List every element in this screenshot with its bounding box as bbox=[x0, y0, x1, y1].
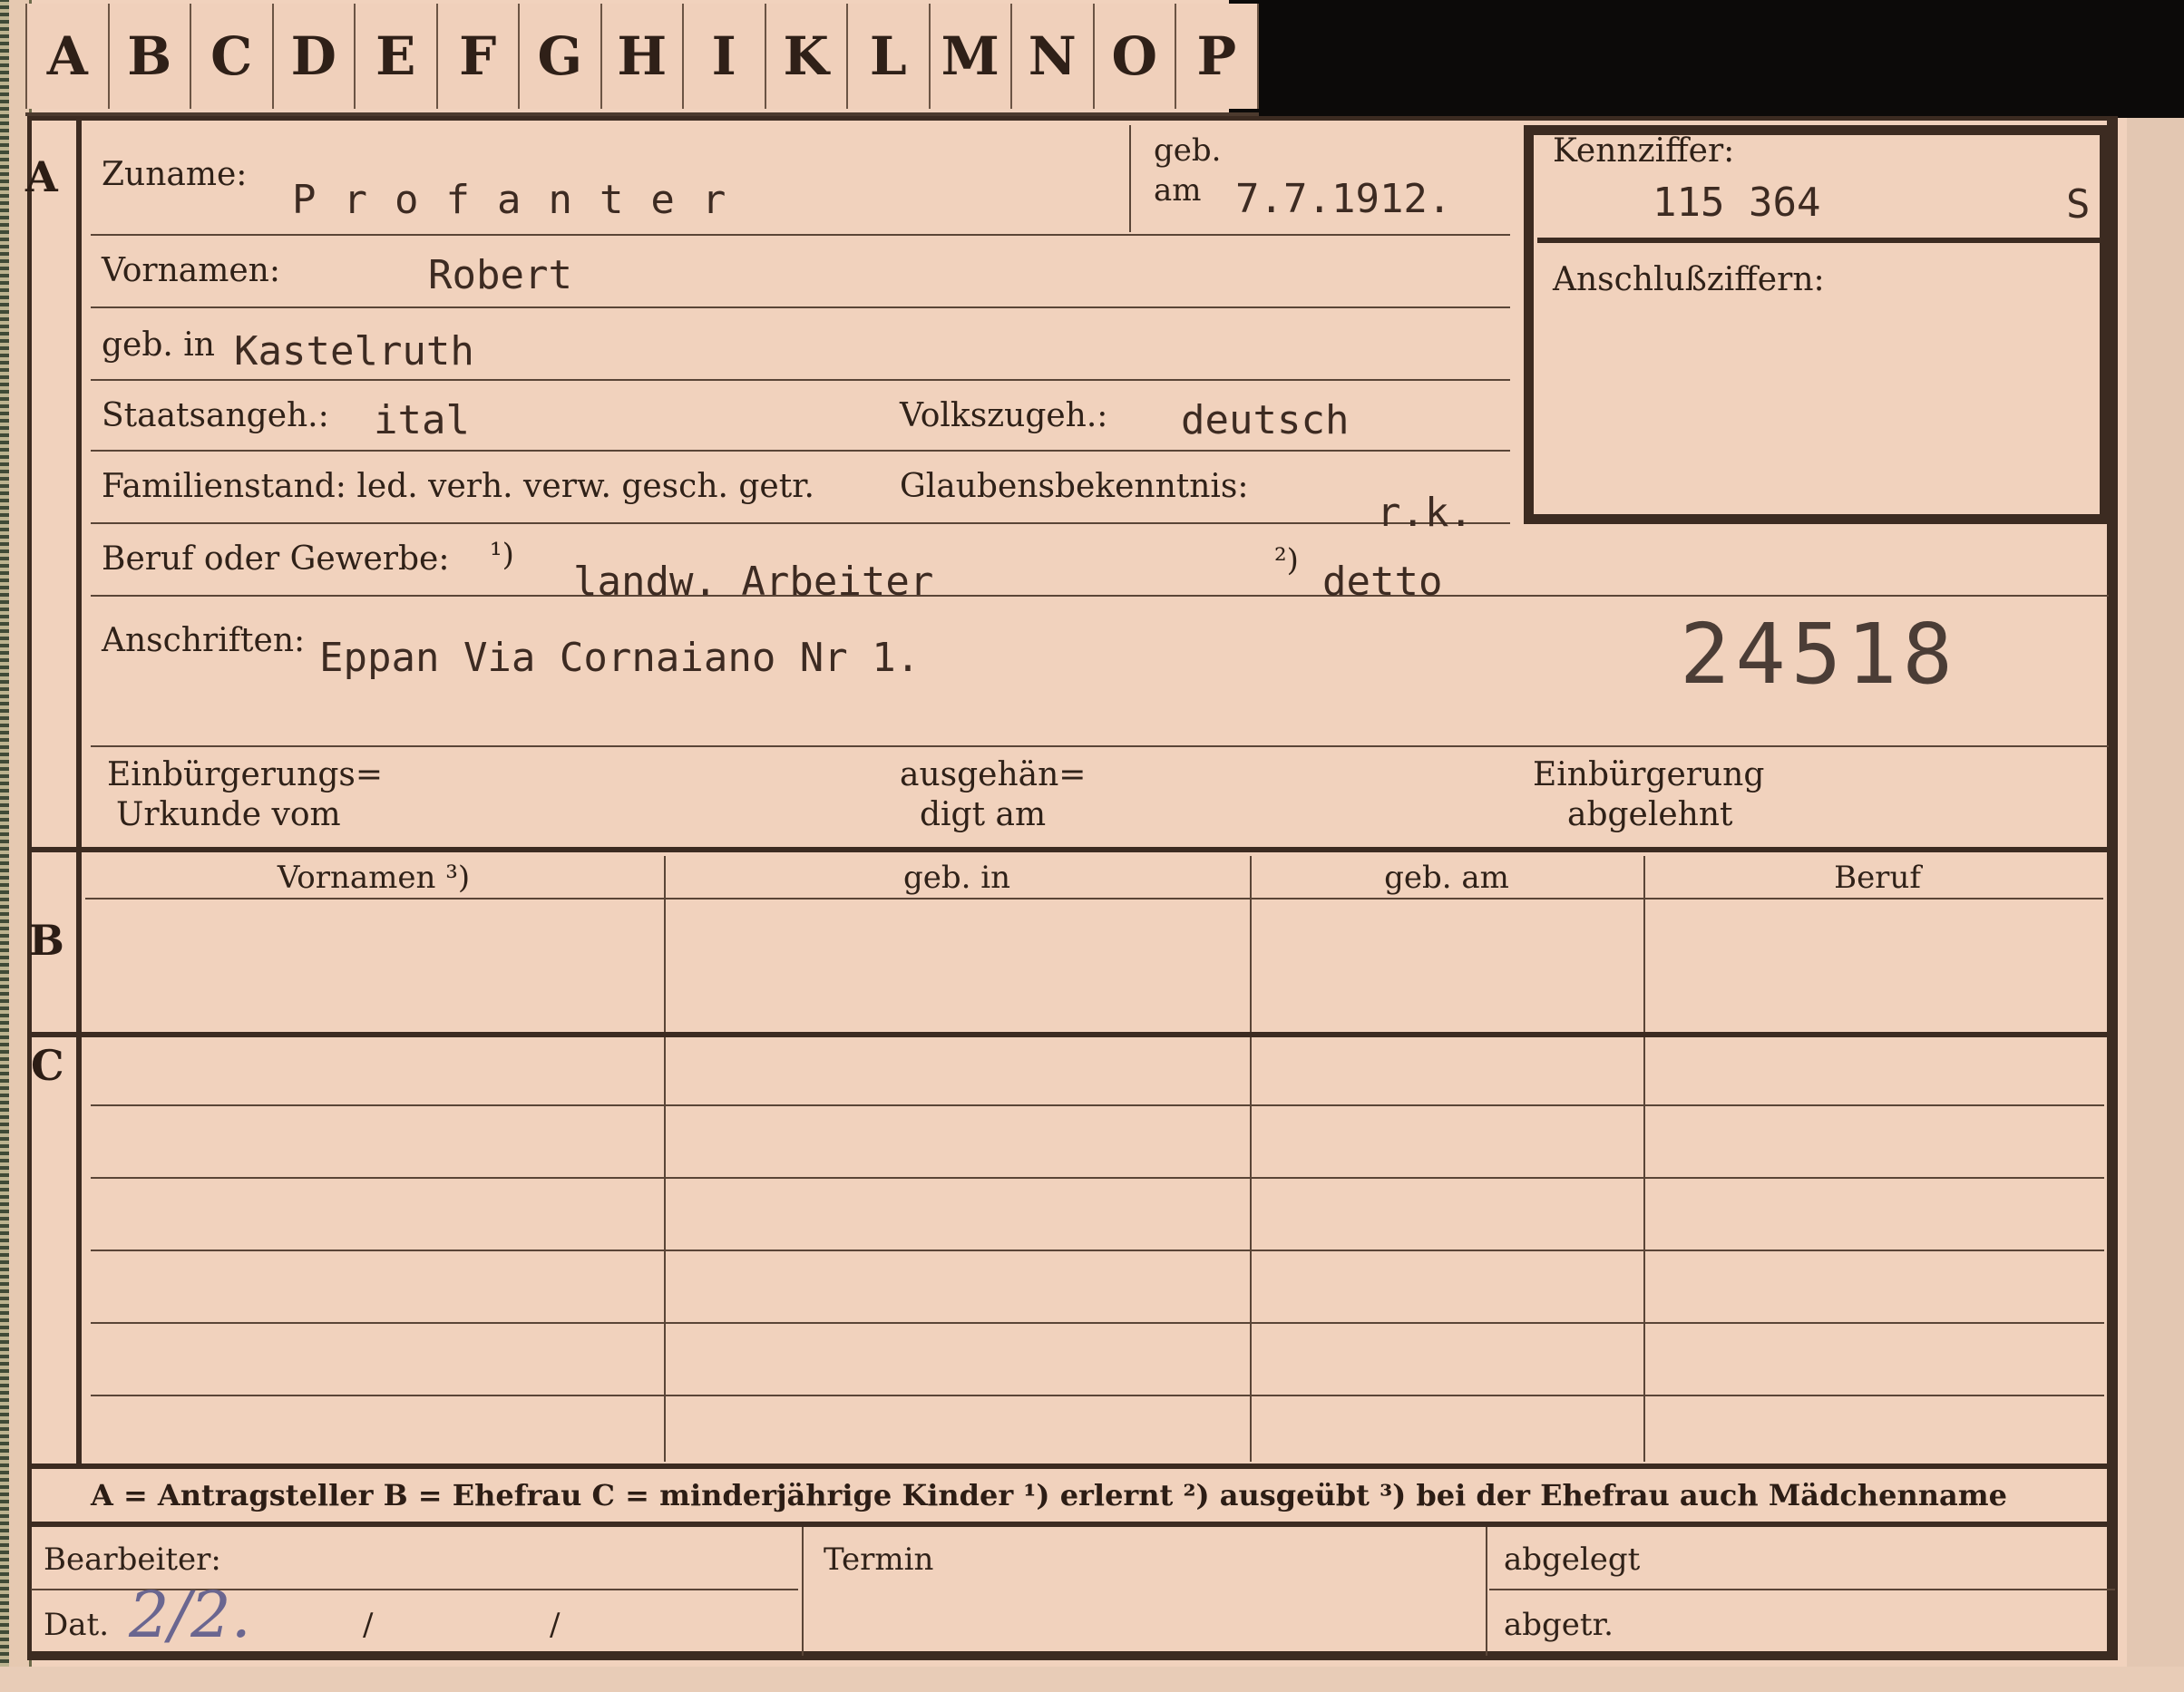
rule-geb-in bbox=[91, 379, 1510, 381]
dat-label: Dat. bbox=[44, 1607, 110, 1643]
zuname-label: Zuname: bbox=[102, 156, 248, 193]
scan-background bbox=[1229, 0, 2184, 118]
alphabet-tab-row: A B C D E F G H I K L M N O P bbox=[25, 4, 1259, 116]
geb-am-value: 7.7.1912. bbox=[1235, 176, 1452, 222]
tab-n[interactable]: N bbox=[1010, 4, 1093, 109]
volk-label: Volkszugeh.: bbox=[900, 397, 1108, 434]
footer-divider-2 bbox=[1486, 1527, 1487, 1656]
footer-rule-right bbox=[1489, 1589, 2115, 1590]
section-b-label: B bbox=[29, 916, 64, 965]
kennziffer-suffix: S bbox=[2066, 181, 2091, 228]
dat-slash-2: / bbox=[550, 1607, 561, 1643]
geb-in-label: geb. in bbox=[102, 326, 215, 364]
tab-l[interactable]: L bbox=[846, 4, 929, 109]
rule-staat bbox=[91, 450, 1510, 452]
tab-k[interactable]: K bbox=[764, 4, 846, 109]
column-divider-1 bbox=[664, 856, 666, 1462]
tab-c[interactable]: C bbox=[190, 4, 272, 109]
card-bottom-margin bbox=[0, 1667, 2184, 1692]
section-c-label: C bbox=[31, 1041, 64, 1090]
section-c-top-rule bbox=[27, 1032, 2118, 1037]
tab-a[interactable]: A bbox=[25, 4, 108, 109]
rule-beruf bbox=[91, 595, 2109, 597]
beruf-label: Beruf oder Gewerbe: bbox=[102, 540, 450, 578]
kennziffer-rule bbox=[1537, 238, 2109, 243]
column-geb-in: geb. in bbox=[902, 860, 1011, 896]
einb-urkunde-label-1: Einbürgerungs= bbox=[107, 756, 384, 793]
vornamen-value: Robert bbox=[428, 252, 572, 298]
geb-in-value: Kastelruth bbox=[234, 328, 474, 374]
kennziffer-value: 115 364 bbox=[1653, 180, 1821, 226]
kennziffer-label: Kennziffer: bbox=[1553, 132, 1735, 170]
ausgehaendigt-label-2: digt am bbox=[920, 796, 1047, 833]
tab-o[interactable]: O bbox=[1092, 4, 1175, 109]
tab-d[interactable]: D bbox=[271, 4, 354, 109]
column-beruf: Beruf bbox=[1834, 860, 1921, 896]
zuname-value: Profanter bbox=[292, 177, 754, 223]
beruf-erlernt-value: landw. Arbeiter bbox=[573, 559, 934, 605]
tab-f[interactable]: F bbox=[435, 4, 518, 109]
anschriften-label: Anschriften: bbox=[102, 622, 306, 659]
volk-value: deutsch bbox=[1181, 397, 1350, 443]
column-vornamen: Vornamen ³) bbox=[277, 860, 471, 896]
binding-edge bbox=[0, 0, 9, 1692]
glauben-value: r.k. bbox=[1377, 490, 1473, 536]
column-divider-3 bbox=[1643, 856, 1645, 1462]
section-c-row-rule bbox=[91, 1250, 2104, 1251]
abgelegt-label: abgelegt bbox=[1504, 1541, 1641, 1578]
legend-text: A = Antragsteller B = Ehefrau C = minder… bbox=[91, 1478, 2007, 1512]
footer-divider-1 bbox=[802, 1527, 804, 1656]
abgetr-label: abgetr. bbox=[1504, 1607, 1614, 1643]
column-geb-am: geb. am bbox=[1384, 860, 1509, 896]
glauben-label: Glaubensbekenntnis: bbox=[900, 468, 1249, 505]
legend-bottom-rule bbox=[27, 1522, 2118, 1527]
staat-label: Staatsangeh.: bbox=[102, 397, 329, 434]
footnote-1-marker: ¹) bbox=[490, 537, 514, 573]
tab-b[interactable]: B bbox=[107, 4, 190, 109]
tab-p[interactable]: P bbox=[1175, 4, 1259, 109]
section-bar bbox=[76, 116, 82, 1467]
section-c-row-rule bbox=[91, 1104, 2104, 1106]
tab-e[interactable]: E bbox=[354, 4, 436, 109]
stamp-number: 24518 bbox=[1680, 606, 1958, 703]
dat-slash-1: / bbox=[363, 1607, 374, 1643]
rule-zuname bbox=[91, 234, 1510, 236]
vornamen-label: Vornamen: bbox=[102, 252, 280, 289]
tab-i[interactable]: I bbox=[682, 4, 765, 109]
section-c-row-rule bbox=[91, 1322, 2104, 1324]
termin-label: Termin bbox=[824, 1541, 934, 1578]
section-c-row-rule bbox=[91, 1395, 2104, 1396]
tab-h[interactable]: H bbox=[600, 4, 682, 109]
card-right-margin bbox=[2127, 118, 2184, 1692]
staat-value: ital bbox=[374, 397, 470, 443]
section-b-header-rule bbox=[85, 898, 2103, 899]
dat-handwritten-value: 2/2. bbox=[129, 1578, 251, 1652]
rule-anschriften bbox=[91, 745, 2109, 747]
familienstand-label: Familienstand: led. verh. verw. gesch. g… bbox=[102, 468, 814, 505]
tab-m[interactable]: M bbox=[928, 4, 1010, 109]
section-a-label: A bbox=[25, 152, 58, 201]
section-c-row-rule bbox=[91, 1177, 2104, 1179]
anschrift-value: Eppan Via Cornaiano Nr 1. bbox=[319, 635, 921, 681]
geb-label: geb. bbox=[1154, 132, 1222, 169]
divider-geb-am bbox=[1129, 125, 1131, 232]
column-divider-2 bbox=[1250, 856, 1252, 1462]
rule-familienstand bbox=[91, 522, 1510, 524]
einb-urkunde-label-2: Urkunde vom bbox=[116, 796, 341, 833]
section-b-top-rule bbox=[27, 847, 2118, 852]
footnote-2-marker: ²) bbox=[1274, 542, 1299, 579]
einb-abgelehnt-label-2: abgelehnt bbox=[1567, 796, 1733, 833]
rule-vornamen bbox=[91, 306, 1510, 308]
am-label: am bbox=[1154, 172, 1202, 209]
bearbeiter-label: Bearbeiter: bbox=[44, 1541, 221, 1578]
anschlussziffern-label: Anschlußziffern: bbox=[1553, 261, 1825, 298]
beruf-ausgeuebt-value: detto bbox=[1322, 559, 1443, 605]
ausgehaendigt-label-1: ausgehän= bbox=[900, 756, 1087, 793]
tab-g[interactable]: G bbox=[518, 4, 600, 109]
einb-abgelehnt-label-1: Einbürgerung bbox=[1533, 756, 1765, 793]
legend-top-rule bbox=[27, 1463, 2118, 1469]
